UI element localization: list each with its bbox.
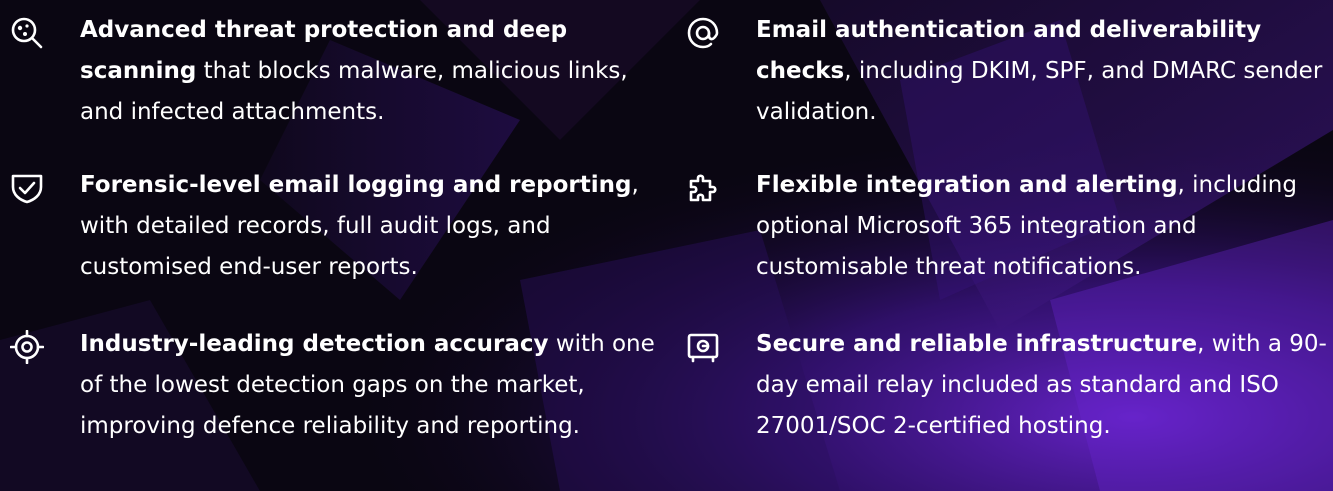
feature-text: Industry-leading detection accuracy with… [80,324,660,447]
shield-check-icon [10,171,44,205]
feature-bold-text: Flexible integration and alerting [756,172,1178,198]
feature-text: Forensic-level email logging and reporti… [80,165,660,288]
feature-text: Flexible integration and alerting, inclu… [756,165,1331,288]
feature-bold-text: Forensic-level email logging and reporti… [80,172,632,198]
vault-safe-icon [686,330,720,364]
feature-text: Email authentication and deliverability … [756,10,1331,133]
feature-text: Secure and reliable infrastructure, with… [756,324,1331,447]
at-sign-icon [686,16,720,50]
feature-text: Advanced threat protection and deep scan… [80,10,660,133]
puzzle-piece-icon [686,171,720,205]
feature-bold-text: Secure and reliable infrastructure [756,331,1198,357]
target-crosshair-icon [10,330,44,364]
feature-bold-text: Industry-leading detection accuracy [80,331,549,357]
virus-scan-icon [10,16,44,50]
